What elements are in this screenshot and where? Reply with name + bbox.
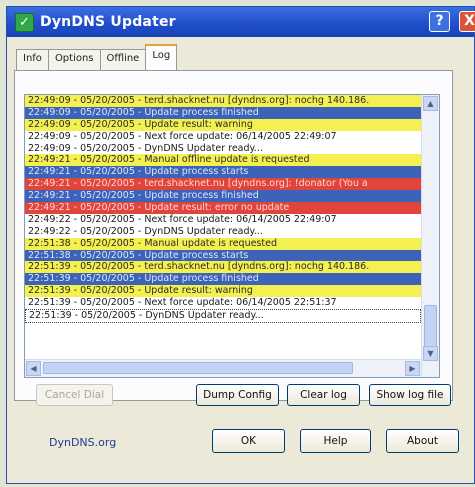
log-line[interactable]: 22:51:39 - 05/20/2005 - Update result: w… (25, 285, 421, 298)
log-line[interactable]: 22:49:22 - 05/20/2005 - DynDNS Updater r… (25, 225, 421, 238)
scroll-down-icon[interactable]: ▼ (423, 346, 438, 361)
help-button[interactable]: Help (300, 429, 371, 453)
tab-info[interactable]: Info (16, 49, 49, 70)
log-line[interactable]: 22:49:09 - 05/20/2005 - Next force updat… (25, 130, 421, 143)
log-line[interactable]: 22:49:21 - 05/20/2005 - Update process s… (25, 166, 421, 179)
tab-offline[interactable]: Offline (99, 49, 147, 70)
log-line[interactable]: 22:51:39 - 05/20/2005 - Update process f… (25, 273, 421, 286)
window-title: DynDNS Updater (40, 14, 176, 30)
tab-options[interactable]: Options (47, 49, 101, 70)
log-line[interactable]: 22:49:09 - 05/20/2005 - terd.shacknet.nu… (25, 95, 421, 107)
log-line[interactable]: 22:51:38 - 05/20/2005 - Update process s… (25, 249, 421, 262)
about-button[interactable]: About (386, 429, 459, 453)
cancel-dial-button[interactable]: Cancel Dial (36, 384, 113, 406)
tab-strip: Info Options Offline Log (16, 44, 178, 71)
log-line[interactable]: 22:49:21 - 05/20/2005 - terd.shacknet.nu… (25, 178, 421, 191)
scroll-up-icon[interactable]: ▲ (423, 96, 438, 111)
log-line-selected[interactable]: 22:51:39 - 05/20/2005 - DynDNS Updater r… (25, 309, 421, 323)
log-line[interactable]: 22:49:09 - 05/20/2005 - Update result: w… (25, 118, 421, 131)
log-line[interactable]: 22:49:09 - 05/20/2005 - Update process f… (25, 106, 421, 119)
log-line[interactable]: 22:49:21 - 05/20/2005 - Update result: e… (25, 202, 421, 214)
horizontal-scrollbar[interactable]: ◀ ▶ (25, 359, 421, 377)
horizontal-scroll-thumb[interactable] (43, 362, 353, 374)
log-line[interactable]: 22:49:22 - 05/20/2005 - Next force updat… (25, 213, 421, 226)
log-line[interactable]: 22:51:39 - 05/20/2005 - terd.shacknet.nu… (25, 261, 421, 274)
scroll-right-icon[interactable]: ▶ (405, 361, 420, 376)
log-line[interactable]: 22:49:09 - 05/20/2005 - DynDNS Updater r… (25, 142, 421, 155)
log-line[interactable]: 22:51:38 - 05/20/2005 - Manual update is… (25, 237, 421, 250)
tab-log[interactable]: Log (145, 44, 178, 71)
app-check-icon: ✓ (15, 12, 34, 32)
log-lines: 22:49:09 - 05/20/2005 - terd.shacknet.nu… (25, 95, 421, 323)
scroll-left-icon[interactable]: ◀ (26, 361, 41, 376)
show-log-file-button[interactable]: Show log file (369, 384, 451, 406)
title-bar[interactable]: ✓ DynDNS Updater ? X (7, 7, 475, 37)
log-listbox[interactable]: 22:49:09 - 05/20/2005 - terd.shacknet.nu… (24, 94, 440, 378)
log-line[interactable]: 22:49:21 - 05/20/2005 - Update process f… (25, 190, 421, 203)
close-button[interactable]: X (459, 11, 475, 32)
dyndns-org-link[interactable]: DynDNS.org (49, 436, 116, 449)
clear-log-button[interactable]: Clear log (287, 384, 360, 406)
ok-button[interactable]: OK (212, 429, 285, 453)
vertical-scrollbar[interactable]: ▲ ▼ (421, 95, 439, 377)
dump-config-button[interactable]: Dump Config (196, 384, 279, 406)
help-title-button[interactable]: ? (429, 11, 450, 32)
log-line[interactable]: 22:49:21 - 05/20/2005 - Manual offline u… (25, 154, 421, 167)
log-line[interactable]: 22:51:39 - 05/20/2005 - Next force updat… (25, 297, 421, 310)
